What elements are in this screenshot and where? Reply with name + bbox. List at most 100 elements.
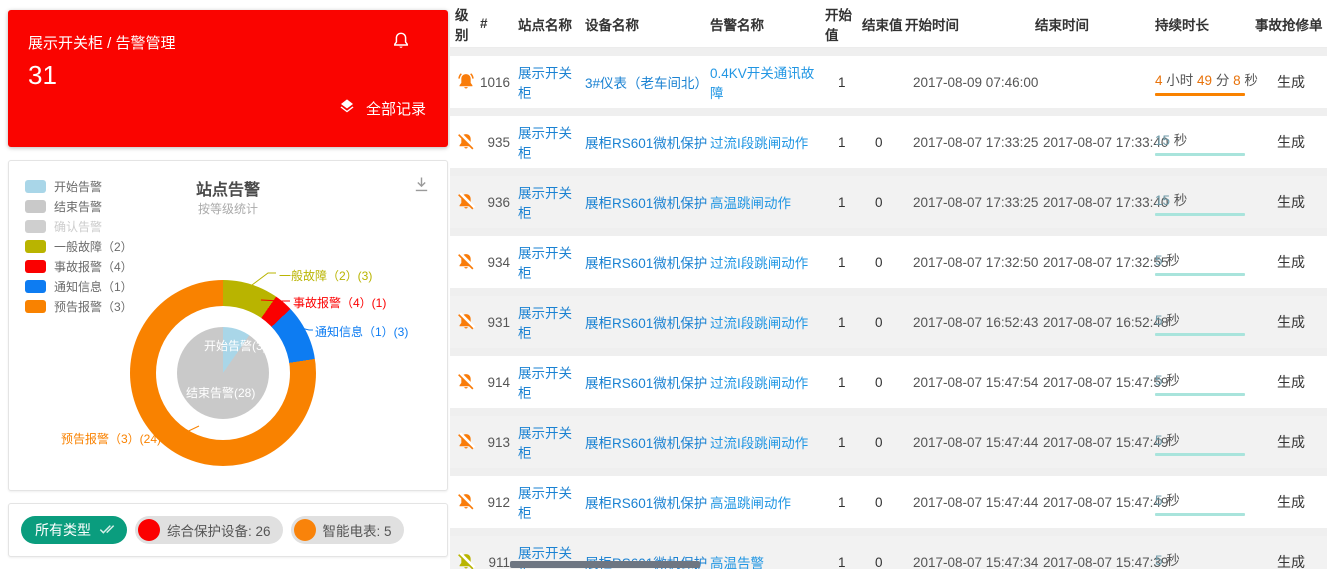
table-row[interactable]: 913 展示开关柜 展柜RS601微机保护 过流I段跳闸动作 1 0 2017-… — [450, 416, 1327, 468]
download-icon[interactable] — [411, 174, 432, 195]
alarm-name-link[interactable]: 过流I段跳闸动作 — [710, 316, 808, 331]
device-link[interactable]: 展柜RS601微机保护 — [585, 196, 707, 211]
alarm-name-link[interactable]: 过流I段跳闸动作 — [710, 436, 808, 451]
end-time: 2017-08-07 17:33:40 — [1035, 135, 1155, 150]
start-value: 1 — [825, 135, 862, 150]
generate-button[interactable]: 生成 — [1277, 254, 1305, 270]
device-link[interactable]: 3#仪表（老车间北） — [585, 76, 708, 91]
alarm-name-link[interactable]: 高温跳闸动作 — [710, 196, 791, 211]
filter-chip[interactable]: 综合保护设备: 26 — [135, 516, 283, 544]
duration-underline — [1155, 393, 1245, 396]
duration-cell: 5 秒 — [1155, 429, 1255, 456]
end-time: 2017-08-07 17:33:40 — [1035, 195, 1155, 210]
site-link[interactable]: 展示开关柜 — [518, 426, 572, 461]
device-link[interactable]: 展柜RS601微机保护 — [585, 496, 707, 511]
legend-item[interactable]: 结束告警 — [25, 196, 133, 216]
start-time: 2017-08-07 15:47:44 — [905, 435, 1035, 450]
chip-color-dot — [294, 519, 316, 541]
duration-cell: 15 秒 — [1155, 189, 1255, 216]
duration-text: 15 秒 — [1155, 129, 1255, 149]
level-cell — [450, 431, 480, 453]
start-time: 2017-08-07 16:52:43 — [905, 315, 1035, 330]
generate-button[interactable]: 生成 — [1277, 314, 1305, 330]
chart-card: 站点告警 按等级统计 开始告警 结束告警 确认告警 一般故障（2） 事故报警（4… — [8, 160, 448, 491]
site-link[interactable]: 展示开关柜 — [518, 246, 572, 281]
bell-off-icon — [455, 141, 477, 156]
legend-item[interactable]: 一般故障（2） — [25, 236, 133, 256]
alarm-name-link[interactable]: 过流I段跳闸动作 — [710, 256, 808, 271]
device-link[interactable]: 展柜RS601微机保护 — [585, 376, 707, 391]
duration-underline — [1155, 153, 1245, 156]
duration-text: 5 秒 — [1155, 429, 1255, 449]
level-cell — [450, 131, 480, 153]
generate-button[interactable]: 生成 — [1277, 134, 1305, 150]
duration-cell: 5 秒 — [1155, 549, 1255, 569]
generate-button[interactable]: 生成 — [1277, 74, 1305, 90]
duration-text: 15 秒 — [1155, 189, 1255, 209]
legend-item[interactable]: 事故报警（4） — [25, 256, 133, 276]
generate-button[interactable]: 生成 — [1277, 554, 1305, 569]
duration-text: 5 秒 — [1155, 249, 1255, 269]
end-value: 0 — [862, 375, 905, 390]
duration-underline — [1155, 93, 1245, 96]
generate-button[interactable]: 生成 — [1277, 494, 1305, 510]
inner-pie-label: 开始告警(3) — [204, 337, 267, 354]
start-value: 1 — [825, 255, 862, 270]
device-link[interactable]: 展柜RS601微机保护 — [585, 256, 707, 271]
site-link[interactable]: 展示开关柜 — [518, 126, 572, 161]
table-row[interactable]: 1016 展示开关柜 3#仪表（老车间北） 0.4KV开关通讯故障 1 2017… — [450, 56, 1327, 108]
duration-text: 4 小时 49 分 8 秒 — [1155, 69, 1255, 89]
start-value: 1 — [825, 435, 862, 450]
bell-icon[interactable] — [390, 30, 412, 52]
alarm-name-link[interactable]: 过流I段跳闸动作 — [710, 136, 808, 151]
header-cell: 开始时间 — [905, 14, 1035, 34]
legend-item[interactable]: 通知信息（1） — [25, 276, 133, 296]
filter-chip[interactable]: 智能电表: 5 — [291, 516, 404, 544]
end-time: 2017-08-07 15:47:49 — [1035, 435, 1155, 450]
site-link[interactable]: 展示开关柜 — [518, 486, 572, 521]
alarm-name-link[interactable]: 高温告警 — [710, 556, 764, 569]
legend-item[interactable]: 确认告警 — [25, 216, 133, 236]
legend-item[interactable]: 预告报警（3） — [25, 296, 133, 316]
start-time: 2017-08-07 15:47:54 — [905, 375, 1035, 390]
all-records-label: 全部记录 — [366, 98, 426, 119]
alarm-name-link[interactable]: 高温跳闸动作 — [710, 496, 791, 511]
generate-button[interactable]: 生成 — [1277, 374, 1305, 390]
alarm-id: 935 — [480, 135, 518, 150]
duration-underline — [1155, 513, 1245, 516]
donut-callout-label: 通知信息（1）(3) — [315, 323, 408, 340]
bell-off-icon — [455, 441, 477, 456]
all-records-button[interactable]: 全部记录 — [338, 97, 426, 119]
donut-callout-label: 预告报警（3）(24) — [61, 430, 161, 447]
inner-pie-label: 结束告警(28) — [186, 384, 255, 401]
table-row[interactable]: 935 展示开关柜 展柜RS601微机保护 过流I段跳闸动作 1 0 2017-… — [450, 116, 1327, 168]
generate-button[interactable]: 生成 — [1277, 434, 1305, 450]
generate-button[interactable]: 生成 — [1277, 194, 1305, 210]
duration-cell: 5 秒 — [1155, 489, 1255, 516]
table-row[interactable]: 931 展示开关柜 展柜RS601微机保护 过流I段跳闸动作 1 0 2017-… — [450, 296, 1327, 348]
device-link[interactable]: 展柜RS601微机保护 — [585, 136, 707, 151]
site-link[interactable]: 展示开关柜 — [518, 66, 572, 101]
bell-off-icon — [455, 561, 477, 569]
alarm-name-link[interactable]: 0.4KV开关通讯故障 — [710, 66, 814, 101]
device-link[interactable]: 展柜RS601微机保护 — [585, 436, 707, 451]
table-row[interactable]: 914 展示开关柜 展柜RS601微机保护 过流I段跳闸动作 1 0 2017-… — [450, 356, 1327, 408]
site-link[interactable]: 展示开关柜 — [518, 366, 572, 401]
end-time: 2017-08-07 17:32:55 — [1035, 255, 1155, 270]
table-row[interactable]: 936 展示开关柜 展柜RS601微机保护 高温跳闸动作 1 0 2017-08… — [450, 176, 1327, 228]
alarm-management-page: 展示开关柜 / 告警管理 31 全部记录 站点告警 按等级统计 开始告警 结束告… — [0, 0, 1327, 569]
legend-swatch — [25, 280, 46, 293]
table-row[interactable]: 934 展示开关柜 展柜RS601微机保护 过流I段跳闸动作 1 0 2017-… — [450, 236, 1327, 288]
horizontal-scrollbar-thumb[interactable] — [510, 561, 700, 568]
site-link[interactable]: 展示开关柜 — [518, 186, 572, 221]
duration-text: 5 秒 — [1155, 369, 1255, 389]
alarm-name-link[interactable]: 过流I段跳闸动作 — [710, 376, 808, 391]
chip-label: 智能电表: 5 — [323, 520, 392, 540]
filter-chip-all-types[interactable]: 所有类型 — [21, 516, 127, 544]
start-time: 2017-08-07 15:47:34 — [905, 555, 1035, 569]
site-link[interactable]: 展示开关柜 — [518, 306, 572, 341]
level-cell — [450, 551, 480, 569]
device-link[interactable]: 展柜RS601微机保护 — [585, 316, 707, 331]
table-row[interactable]: 912 展示开关柜 展柜RS601微机保护 高温跳闸动作 1 0 2017-08… — [450, 476, 1327, 528]
legend-item[interactable]: 开始告警 — [25, 176, 133, 196]
